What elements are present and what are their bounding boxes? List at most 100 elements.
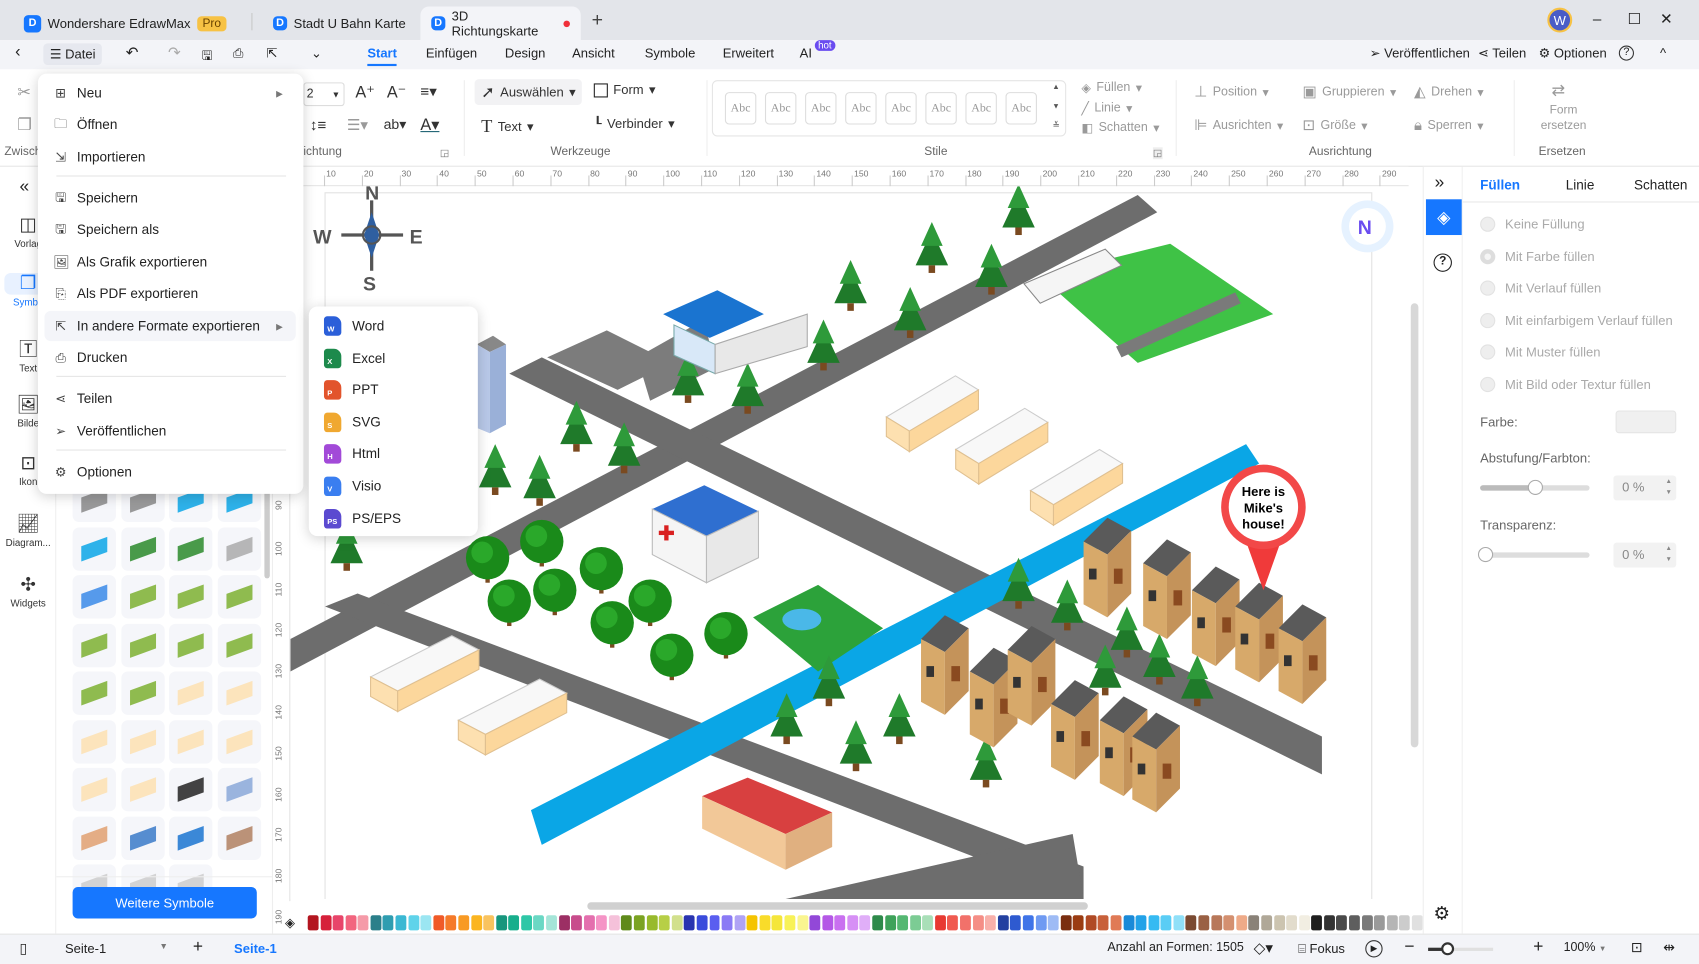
tab-document-1[interactable]: D Stadt U Bahn Karte xyxy=(262,6,416,40)
style-preset[interactable]: Abc xyxy=(724,92,757,125)
color-swatch[interactable] xyxy=(458,915,470,931)
help-icon[interactable]: ? xyxy=(1433,253,1452,272)
color-swatch[interactable] xyxy=(997,915,1009,931)
fill-option-radio[interactable]: Mit Bild oder Textur füllen xyxy=(1480,376,1651,393)
style-preset[interactable]: Abc xyxy=(965,92,997,125)
text-case-icon[interactable]: ab▾ xyxy=(384,116,407,133)
color-swatch[interactable] xyxy=(1110,915,1122,931)
back-button[interactable]: ‹ xyxy=(15,42,20,60)
symbol-item[interactable] xyxy=(72,719,116,764)
color-swatch[interactable] xyxy=(1386,915,1398,931)
list-icon[interactable]: ☰▾ xyxy=(347,116,368,134)
select-tool-button[interactable]: ➚ Auswählen ▾ xyxy=(474,79,583,106)
symbol-item[interactable] xyxy=(169,623,213,667)
color-swatch[interactable] xyxy=(1223,915,1235,931)
symbol-item[interactable] xyxy=(169,767,213,812)
maximize-button[interactable]: ☐ xyxy=(1627,10,1641,28)
color-swatch[interactable] xyxy=(621,915,633,931)
print-icon[interactable]: ⎙ xyxy=(233,45,243,61)
file-menu-item[interactable]: 🖫 Speichern als xyxy=(44,214,295,244)
connector-tool-button[interactable]: ┖ Verbinder ▾ xyxy=(594,116,675,131)
symbol-item[interactable] xyxy=(120,816,165,860)
color-swatch[interactable] xyxy=(445,915,457,931)
position-button[interactable]: ⊥ Position ▾ xyxy=(1194,82,1269,100)
color-swatch[interactable] xyxy=(1198,915,1210,931)
vertical-scrollbar[interactable] xyxy=(1410,303,1419,748)
fill-panel-button[interactable]: ◈ xyxy=(1425,199,1462,236)
undo-button[interactable]: ↶ xyxy=(126,43,139,61)
color-swatch[interactable] xyxy=(947,915,959,931)
color-swatch[interactable] xyxy=(533,915,545,931)
align-text-icon[interactable]: ≡▾ xyxy=(420,82,436,100)
font-size-select[interactable]: 2 ▼ xyxy=(303,82,345,107)
style-preset[interactable]: Abc xyxy=(1005,92,1037,125)
tab-erweitert[interactable]: Erweitert xyxy=(723,45,774,60)
color-swatch[interactable] xyxy=(1173,915,1185,931)
gallery-scroll-down[interactable]: ▼ xyxy=(1052,103,1060,111)
color-swatch[interactable] xyxy=(935,915,946,931)
color-swatch[interactable] xyxy=(508,915,520,931)
horizontal-scrollbar[interactable] xyxy=(587,902,1088,910)
increase-font-icon[interactable]: A⁺ xyxy=(355,82,374,101)
symbol-item[interactable] xyxy=(169,671,213,715)
page-panel-toggle-icon[interactable]: ▯ xyxy=(20,940,28,957)
color-swatch[interactable] xyxy=(1060,915,1072,931)
replace-shape-icon[interactable]: ⇄ xyxy=(1552,80,1566,99)
color-swatch[interactable] xyxy=(495,915,507,931)
symbol-item[interactable] xyxy=(120,719,165,764)
symbol-item[interactable] xyxy=(72,671,116,715)
layers-icon[interactable]: ◇▾ xyxy=(1254,939,1273,957)
zoom-level-select[interactable]: 100% ▼ xyxy=(1564,941,1607,954)
color-swatch[interactable] xyxy=(784,915,796,931)
drawing-canvas[interactable]: N W E S Here is Mike's house! N xyxy=(290,186,1409,899)
form-tool-button[interactable]: Form ▾ xyxy=(593,82,656,97)
color-swatch[interactable] xyxy=(332,915,344,931)
symbol-item[interactable] xyxy=(217,719,261,764)
color-swatch[interactable] xyxy=(357,915,369,931)
text-tool-button[interactable]: T Text ▾ xyxy=(481,116,533,138)
color-swatch[interactable] xyxy=(771,915,783,931)
color-swatch[interactable] xyxy=(709,915,721,931)
export-format-item[interactable]: P PPT xyxy=(323,380,378,400)
collapse-sidebar-button[interactable]: « xyxy=(20,178,30,197)
style-preset[interactable]: Abc xyxy=(845,92,877,125)
color-swatch[interactable] xyxy=(847,915,859,931)
fill-option-radio[interactable]: Mit Muster füllen xyxy=(1480,344,1600,361)
color-swatch[interactable] xyxy=(884,915,896,931)
color-swatch[interactable] xyxy=(483,915,495,931)
color-swatch[interactable] xyxy=(1148,915,1160,931)
share-button[interactable]: ⋖ Teilen xyxy=(1478,45,1526,60)
color-swatch[interactable] xyxy=(797,915,808,931)
color-swatch[interactable] xyxy=(1399,915,1411,931)
fill-color-picker-icon[interactable]: ◈ xyxy=(285,915,295,930)
sidebar-item-widgets[interactable]: ✣ Widgets xyxy=(4,574,52,609)
copy-icon[interactable]: ❐ xyxy=(17,115,32,134)
color-swatch[interactable] xyxy=(1411,915,1423,931)
symbol-item[interactable] xyxy=(72,623,116,667)
add-page-button[interactable]: + xyxy=(193,938,203,957)
color-swatch[interactable] xyxy=(960,915,971,931)
expand-panel-icon[interactable]: » xyxy=(1435,173,1445,192)
tab-design[interactable]: Design xyxy=(505,45,545,60)
group-launcher-icon[interactable]: ◲ xyxy=(1152,147,1163,160)
symbol-item[interactable] xyxy=(120,671,165,715)
sidebar-item-diagram[interactable]: 📈︎ Diagram... xyxy=(4,513,52,548)
color-swatch[interactable] xyxy=(408,915,419,931)
color-swatch[interactable] xyxy=(608,915,620,931)
tab-ansicht[interactable]: Ansicht xyxy=(572,45,615,60)
export-format-item[interactable]: PS PS/EPS xyxy=(323,508,401,529)
style-preset[interactable]: Abc xyxy=(885,92,917,125)
fill-option-radio[interactable]: Keine Füllung xyxy=(1480,216,1585,232)
color-swatch[interactable] xyxy=(521,915,532,931)
symbol-item[interactable] xyxy=(217,575,261,619)
color-swatch[interactable] xyxy=(1022,915,1034,931)
color-swatch[interactable] xyxy=(1073,915,1084,931)
symbol-item[interactable] xyxy=(169,816,213,860)
color-swatch[interactable] xyxy=(659,915,670,931)
color-swatch[interactable] xyxy=(1211,915,1222,931)
more-symbols-button[interactable]: Weitere Symbole xyxy=(72,887,257,919)
color-swatch[interactable] xyxy=(1311,915,1323,931)
symbol-item[interactable] xyxy=(217,623,261,667)
symbol-item[interactable] xyxy=(120,767,165,812)
color-swatch[interactable] xyxy=(345,915,357,931)
